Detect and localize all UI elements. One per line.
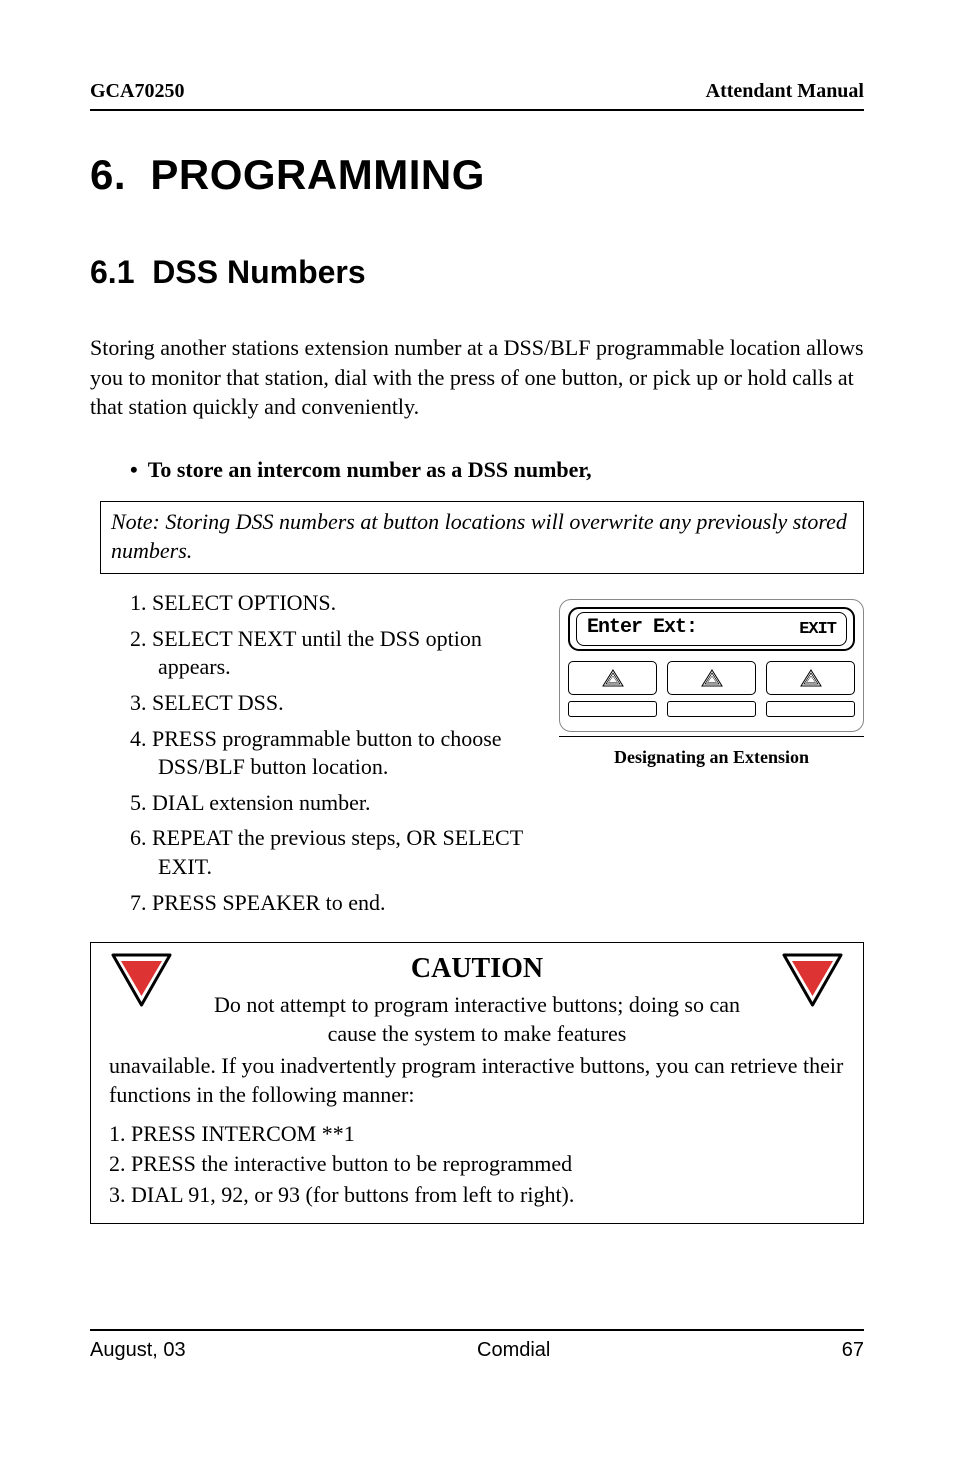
header-left: GCA70250 — [90, 80, 184, 103]
section-title: 6.1 DSS Numbers — [90, 254, 864, 291]
footer-left: August, 03 — [90, 1339, 186, 1362]
caution-step: 1. PRESS INTERCOM **1 — [109, 1120, 845, 1149]
step-item: 7. PRESS SPEAKER to end. — [130, 889, 539, 918]
step-item: 4. PRESS programmable button to choose D… — [130, 725, 539, 782]
steps-list: 1. SELECT OPTIONS. 2. SELECT NEXT until … — [130, 589, 539, 917]
step-item: 1. SELECT OPTIONS. — [130, 589, 539, 618]
caution-box: CAUTION Do not attempt to program intera… — [90, 942, 864, 1224]
page-footer: August, 03 Comdial 67 — [90, 1339, 864, 1362]
triangle-button-row — [568, 661, 855, 695]
step-item: 6. REPEAT the previous steps, OR SELECT … — [130, 824, 539, 881]
chapter-name: PROGRAMMING — [150, 151, 485, 198]
intro-paragraph: Storing another stations extension numbe… — [90, 333, 864, 422]
bullet-text: To store an intercom number as a DSS num… — [148, 457, 592, 483]
mini-button[interactable] — [568, 701, 657, 717]
caution-title: CAUTION — [411, 953, 543, 985]
device-caption: Designating an Extension — [559, 747, 864, 768]
device-divider — [559, 736, 864, 737]
step-item: 3. SELECT DSS. — [130, 689, 539, 718]
device-frame: Enter Ext: EXIT — [559, 599, 864, 732]
note-text: Note: Storing DSS numbers at button loca… — [111, 508, 853, 565]
caution-mid-text: Do not attempt to program interactive bu… — [189, 991, 765, 1048]
bullet-marker: • — [130, 457, 138, 483]
steps-column: 1. SELECT OPTIONS. 2. SELECT NEXT until … — [90, 589, 559, 924]
triangle-up-icon — [799, 668, 823, 688]
caution-icon-left — [109, 951, 174, 1014]
two-column-block: 1. SELECT OPTIONS. 2. SELECT NEXT until … — [90, 589, 864, 924]
lcd-main-text: Enter Ext: — [587, 616, 697, 639]
caution-step: 3. DIAL 91, 92, or 93 (for buttons from … — [109, 1181, 845, 1210]
triangle-up-icon — [700, 668, 724, 688]
mini-button[interactable] — [667, 701, 756, 717]
device-column: Enter Ext: EXIT — [559, 599, 864, 768]
footer-right: 67 — [842, 1339, 864, 1362]
footer-rule — [90, 1329, 864, 1331]
triangle-up-icon — [601, 668, 625, 688]
step-item: 5. DIAL extension number. — [130, 789, 539, 818]
caution-steps-list: 1. PRESS INTERCOM **1 2. PRESS the inter… — [109, 1120, 845, 1210]
note-box: Note: Storing DSS numbers at button loca… — [100, 501, 864, 574]
lcd-inner: Enter Ext: EXIT — [576, 612, 847, 646]
footer-center: Comdial — [477, 1339, 550, 1362]
section-name: DSS Numbers — [152, 254, 365, 290]
triangle-button[interactable] — [667, 661, 756, 695]
chapter-title: 6. PROGRAMMING — [90, 151, 864, 199]
caution-icon-right — [780, 951, 845, 1014]
triangle-button[interactable] — [766, 661, 855, 695]
page-header: GCA70250 Attendant Manual — [90, 80, 864, 103]
header-right: Attendant Manual — [706, 80, 864, 103]
mini-button[interactable] — [766, 701, 855, 717]
lcd-exit-text: EXIT — [799, 620, 836, 639]
triangle-down-icon — [780, 951, 845, 1009]
mini-button-row — [568, 701, 855, 717]
step-item: 2. SELECT NEXT until the DSS option appe… — [130, 625, 539, 682]
caution-rest-text: unavailable. If you inadvertently progra… — [109, 1052, 845, 1109]
section-number: 6.1 — [90, 254, 134, 290]
caution-header-row: CAUTION — [109, 953, 845, 991]
bullet-line: • To store an intercom number as a DSS n… — [130, 457, 864, 483]
triangle-down-icon — [109, 951, 174, 1009]
caution-step: 2. PRESS the interactive button to be re… — [109, 1150, 845, 1179]
header-rule — [90, 109, 864, 111]
lcd-outer: Enter Ext: EXIT — [568, 607, 855, 651]
chapter-number: 6. — [90, 151, 126, 198]
triangle-button[interactable] — [568, 661, 657, 695]
